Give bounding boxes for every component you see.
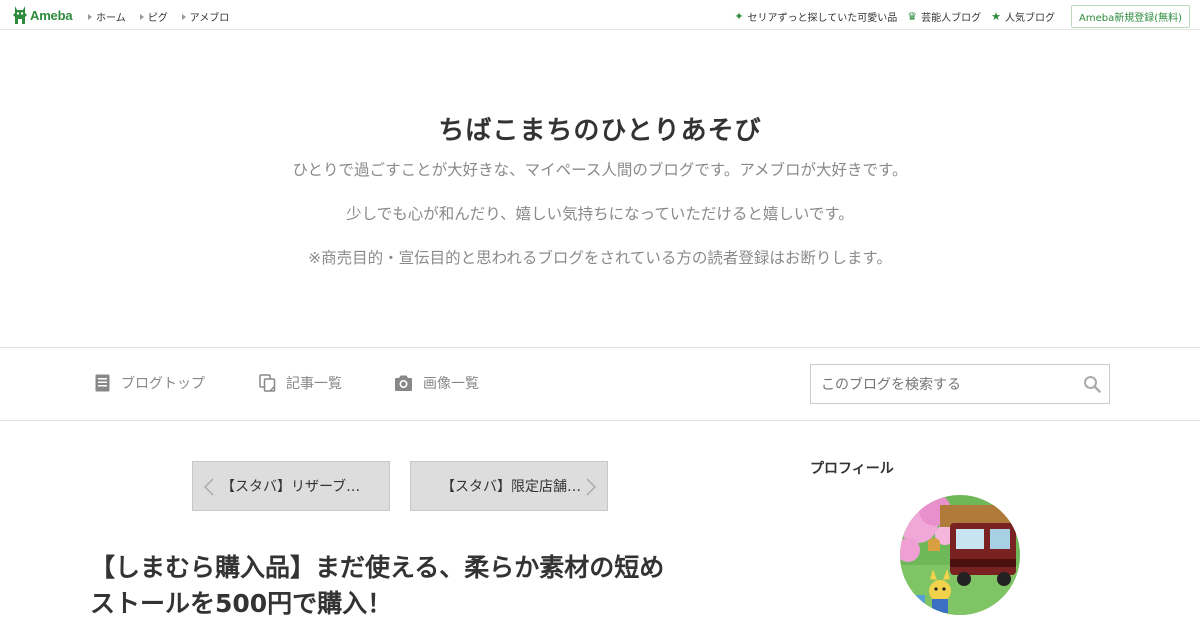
profile-avatar[interactable] bbox=[900, 495, 1020, 615]
document-icon bbox=[95, 374, 110, 392]
blog-description-line: ひとりで過ごすことが大好きな、マイペース人間のブログです。アメブロが大好きです。 bbox=[292, 161, 908, 179]
blog-header: ちばこまちのひとりあそび ひとりで過ごすことが大好きな、マイペース人間のブログで… bbox=[0, 30, 1200, 348]
blog-description-line: ※商売目的・宣伝目的と思われるブログをされている方の読者登録はお断りします。 bbox=[308, 249, 892, 267]
global-nav: ホーム ピグ アメブロ bbox=[88, 9, 243, 24]
triangle-right-icon bbox=[139, 13, 144, 20]
sparkle-icon: ✦ bbox=[734, 10, 744, 23]
prev-article-label: 【スタバ】リザーブ… bbox=[221, 479, 361, 495]
nav-article-list[interactable]: 記事一覧 bbox=[259, 373, 342, 393]
gnav-label: ピグ bbox=[147, 13, 168, 24]
signup-button[interactable]: Ameba新規登録(無料) bbox=[1070, 5, 1190, 28]
ameba-logo[interactable]: Ameba bbox=[13, 6, 73, 24]
avatar-image bbox=[900, 495, 1020, 615]
global-header: Ameba ホーム ピグ アメブロ ✦ セリアずっと探していた可愛い品 ♛ 芸能… bbox=[0, 0, 1200, 30]
crown-icon: ♛ bbox=[907, 10, 918, 23]
blog-title[interactable]: ちばこまちのひとりあそび bbox=[0, 110, 1200, 147]
triangle-right-icon bbox=[88, 13, 92, 20]
link-featured-article[interactable]: ✦ セリアずっと探していた可愛い品 bbox=[734, 9, 897, 24]
triangle-right-icon bbox=[181, 13, 186, 20]
search-icon[interactable] bbox=[1083, 375, 1101, 393]
chevron-right-icon bbox=[586, 478, 597, 496]
nav-label: ブログトップ bbox=[121, 376, 205, 392]
next-article-button[interactable]: 【スタバ】限定店舗… bbox=[410, 461, 608, 511]
gnav-item-ameblo[interactable]: アメブロ bbox=[181, 9, 230, 24]
blog-search bbox=[810, 364, 1110, 404]
next-article-label: 【スタバ】限定店舗… bbox=[441, 479, 581, 495]
global-nav-right: ✦ セリアずっと探していた可愛い品 ♛ 芸能人ブログ ★ 人気ブログ Ameba… bbox=[734, 5, 1190, 28]
article-title-line: ストールを500円で購入！ bbox=[90, 589, 393, 618]
blog-nav: ブログトップ 記事一覧 画像一覧 bbox=[0, 348, 1200, 421]
chevron-left-icon bbox=[203, 478, 214, 496]
nav-image-list[interactable]: 画像一覧 bbox=[394, 373, 479, 393]
gnav-label: ホーム bbox=[96, 13, 126, 24]
gnav-item-home[interactable]: ホーム bbox=[88, 9, 126, 24]
nav-label: 記事一覧 bbox=[286, 376, 342, 392]
link-popular-blogs[interactable]: ★ 人気ブログ bbox=[991, 9, 1055, 24]
profile-heading: プロフィール bbox=[810, 461, 894, 477]
blog-description-line: 少しでも心が和んだり、嬉しい気持ちになっていただけると嬉しいです。 bbox=[346, 205, 854, 223]
ameba-mascot-icon bbox=[13, 6, 27, 24]
link-label: セリアずっと探していた可愛い品 bbox=[747, 13, 898, 24]
gnav-item-pigg[interactable]: ピグ bbox=[139, 9, 168, 24]
link-label: 人気ブログ bbox=[1004, 13, 1055, 24]
link-celebrity-blogs[interactable]: ♛ 芸能人ブログ bbox=[907, 9, 981, 24]
camera-icon bbox=[395, 375, 412, 391]
link-label: 芸能人ブログ bbox=[921, 13, 982, 24]
logo-text: Ameba bbox=[30, 7, 73, 23]
search-input[interactable] bbox=[821, 375, 1071, 395]
article-title-line: 【しまむら購入品】まだ使える、柔らか素材の短め bbox=[90, 553, 665, 582]
prev-article-button[interactable]: 【スタバ】リザーブ… bbox=[192, 461, 390, 511]
gnav-label: アメブロ bbox=[189, 13, 230, 24]
nav-label: 画像一覧 bbox=[423, 376, 479, 392]
nav-blog-top[interactable]: ブログトップ bbox=[94, 373, 205, 393]
copy-icon bbox=[259, 374, 276, 392]
article-title[interactable]: 【しまむら購入品】まだ使える、柔らか素材の短め ストールを500円で購入！ bbox=[90, 550, 730, 622]
star-icon: ★ bbox=[991, 10, 1001, 23]
